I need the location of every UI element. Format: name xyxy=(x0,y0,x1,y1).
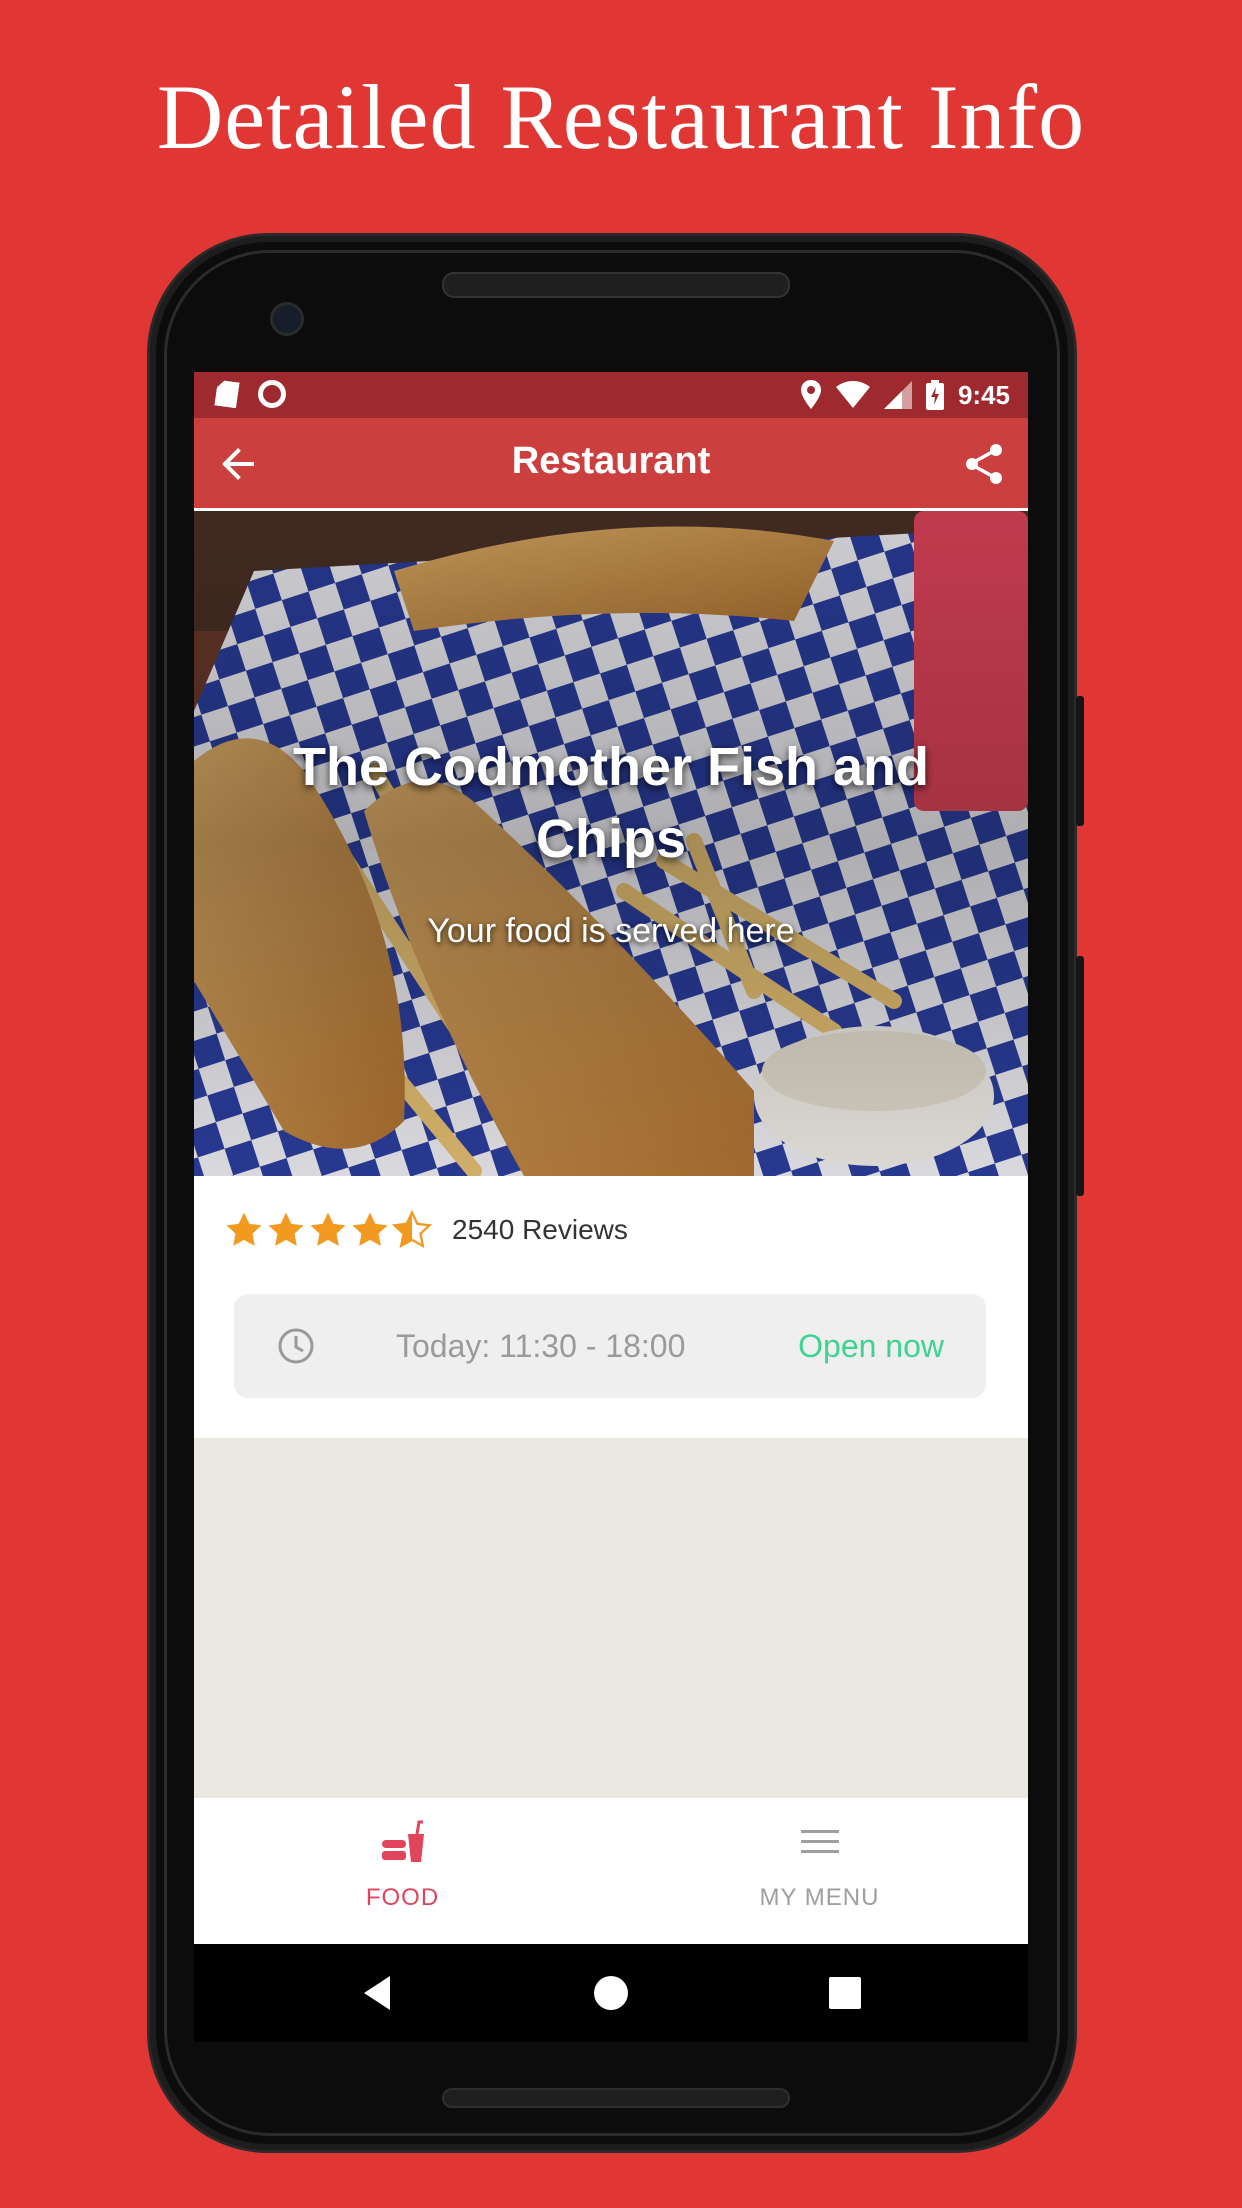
bottom-navigation: FOOD MY MENU xyxy=(194,1798,1028,1944)
menu-lines-icon xyxy=(801,1830,839,1853)
star-full-icon xyxy=(310,1212,346,1246)
nav-label-my-menu: MY MENU xyxy=(759,1884,880,1911)
star-full-icon xyxy=(352,1212,388,1246)
nav-item-food[interactable]: FOOD xyxy=(194,1798,611,1944)
rating-row: 2540 Reviews xyxy=(224,1204,628,1256)
promo-title: Detailed Restaurant Info xyxy=(156,66,1086,168)
opening-hours-text: Today: 11:30 - 18:00 xyxy=(396,1328,686,1364)
location-icon xyxy=(800,380,821,409)
app-bar: Restaurant xyxy=(194,418,1028,511)
nav-label-food: FOOD xyxy=(365,1884,440,1911)
restaurant-hero: The Codmother Fish and Chips Your food i… xyxy=(194,511,1028,1176)
volume-button xyxy=(1076,696,1084,826)
power-button xyxy=(1076,956,1084,1196)
system-back-icon[interactable] xyxy=(354,1968,404,2018)
star-full-icon xyxy=(268,1212,304,1246)
record-icon xyxy=(258,380,286,408)
bottom-speaker xyxy=(442,2088,790,2108)
clock-icon xyxy=(278,1328,314,1364)
system-home-icon[interactable] xyxy=(586,1968,636,2018)
screen: 9:45 Restaurant The Codmother Fish and C… xyxy=(194,372,1028,2042)
phone-frame: 9:45 Restaurant The Codmother Fish and C… xyxy=(150,236,1084,2150)
cell-signal-icon xyxy=(883,381,912,409)
restaurant-tagline: Your food is served here xyxy=(427,912,795,950)
restaurant-name: The Codmother Fish and Chips xyxy=(292,737,929,869)
opening-hours-card[interactable]: Today: 11:30 - 18:00 Open now xyxy=(234,1294,986,1398)
nav-item-my-menu[interactable]: MY MENU xyxy=(611,1798,1028,1944)
star-half-icon xyxy=(392,1210,432,1249)
open-status-badge: Open now xyxy=(798,1328,944,1364)
page-title: Restaurant xyxy=(511,440,711,482)
status-bar: 9:45 xyxy=(194,372,1028,418)
battery-icon xyxy=(925,380,944,410)
earpiece-speaker xyxy=(442,272,790,298)
wifi-icon xyxy=(835,381,870,408)
front-camera xyxy=(270,302,304,336)
system-navigation-bar xyxy=(194,1944,1028,2042)
star-rating xyxy=(224,1210,432,1250)
star-full-icon xyxy=(226,1212,262,1246)
review-count[interactable]: 2540 Reviews xyxy=(452,1214,628,1246)
map-view[interactable] xyxy=(194,1438,1028,1798)
share-icon[interactable] xyxy=(960,440,1008,488)
system-recents-icon[interactable] xyxy=(820,1968,870,2018)
status-time: 9:45 xyxy=(957,380,1010,410)
sd-card-icon xyxy=(214,380,239,409)
fastfood-icon xyxy=(382,1820,424,1862)
